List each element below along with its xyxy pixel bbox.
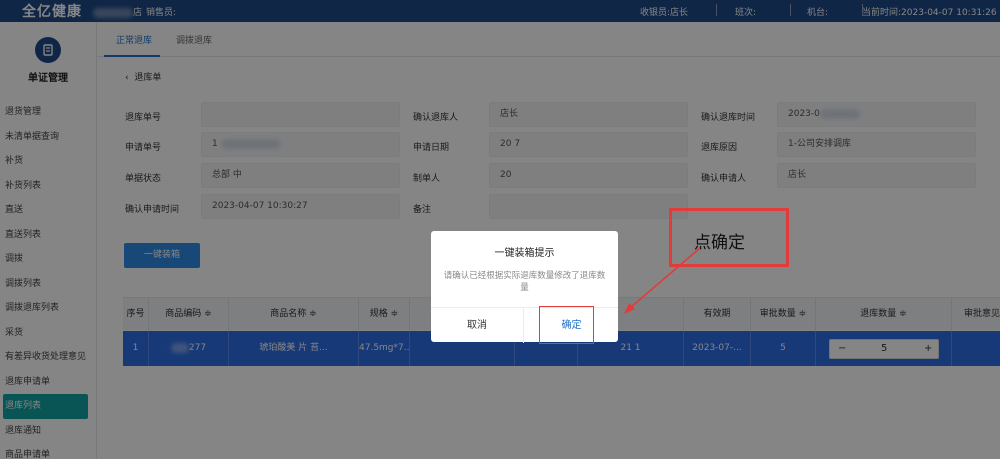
annotation-callout-text: 点确定 — [694, 233, 745, 253]
annotation-arrow — [624, 247, 701, 314]
